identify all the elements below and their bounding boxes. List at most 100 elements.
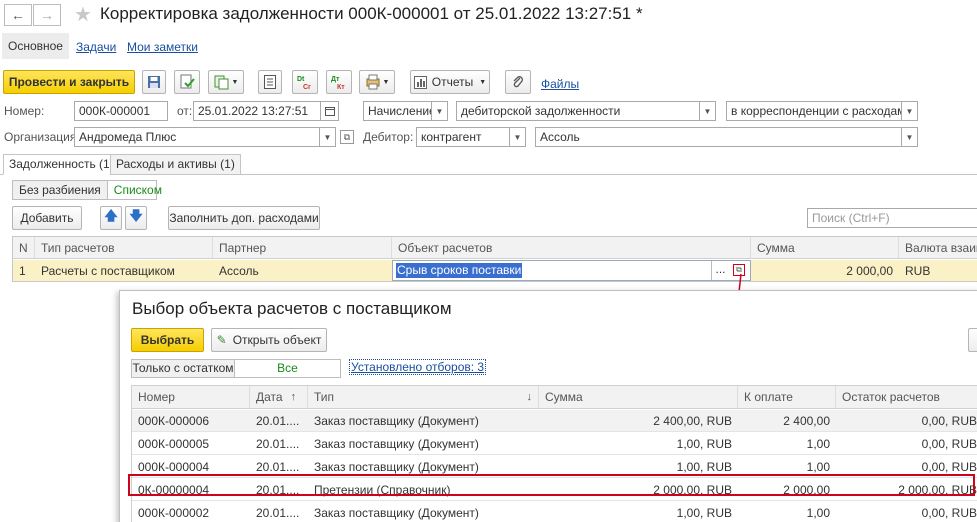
debt-type-select[interactable]: дебиторской задолженности — [456, 101, 700, 121]
chevron-down-icon: ▼ — [703, 106, 712, 116]
table-row[interactable]: 000К-000005 20.01.... Заказ поставщику (… — [132, 433, 977, 455]
col-doc-type-label: Тип — [314, 390, 335, 404]
correspondence-dropdown[interactable]: ▼ — [902, 101, 918, 121]
select-button[interactable]: Выбрать — [131, 328, 204, 352]
sort-up-icon: ↑ — [290, 391, 297, 403]
tab-tasks[interactable]: Задачи — [76, 40, 116, 54]
cell-balance: 0,00, RUB — [921, 436, 977, 451]
fill-expenses-button[interactable]: Заполнить доп. расходами — [168, 206, 320, 230]
save-button[interactable] — [142, 70, 166, 94]
paperclip-icon — [513, 76, 523, 88]
row-object-editor[interactable]: Срыв сроков поставки ... ⧉ — [392, 260, 751, 281]
calendar-icon — [324, 107, 335, 116]
files-link[interactable]: Файлы — [541, 77, 579, 91]
cell-balance: 0,00, RUB — [921, 413, 977, 428]
row-currency: RUB — [905, 263, 931, 278]
row-sum: 2 000,00 — [846, 263, 893, 278]
reports-button[interactable]: Отчеты ▼ — [410, 70, 490, 94]
open-window-icon: ⧉ — [343, 131, 351, 142]
cell-to-pay: 1,00 — [806, 436, 830, 451]
arrow-up-icon: 🡅 — [104, 208, 118, 223]
calendar-button[interactable] — [321, 101, 339, 121]
balance-filter-label[interactable]: Только с остатком — [132, 360, 235, 377]
row-object-value[interactable]: Срыв сроков поставки — [396, 263, 523, 278]
move-down-button[interactable]: 🡇 — [125, 206, 147, 230]
col-partner[interactable]: Партнер — [213, 237, 392, 258]
chevron-down-icon: ▼ — [905, 132, 914, 142]
balance-filter: Только с остатком Все — [131, 359, 341, 378]
print-icon — [366, 74, 380, 90]
debtor-type-select[interactable]: контрагент — [416, 127, 510, 147]
document-list-button[interactable] — [258, 70, 282, 94]
create-based-icon — [214, 75, 229, 90]
table-row[interactable]: 000К-000002 20.01.... Заказ поставщику (… — [132, 502, 977, 522]
col-currency[interactable]: Валюта взаим — [899, 237, 977, 258]
table-row[interactable]: 1 Расчеты с поставщиком Ассоль Срыв срок… — [13, 260, 977, 281]
col-date-label: Дата — [256, 390, 283, 404]
cell-balance: 0,00, RUB — [921, 505, 977, 520]
post-and-close-button[interactable]: Провести и закрыть — [3, 70, 135, 94]
col-to-pay[interactable]: К оплате — [738, 386, 836, 408]
attach-button[interactable] — [505, 70, 531, 94]
popup-more-button[interactable] — [968, 328, 977, 352]
tab-notes[interactable]: Мои заметки — [127, 40, 198, 54]
org-open-button[interactable]: ⧉ — [340, 130, 354, 144]
view-list[interactable]: Списком — [108, 181, 168, 199]
sort-down-icon: ↓ — [526, 391, 533, 403]
number-field[interactable]: 000К-000001 — [74, 101, 168, 121]
print-button[interactable]: ▼ — [359, 70, 395, 94]
debt-type-dropdown[interactable]: ▼ — [700, 101, 716, 121]
move-up-button[interactable]: 🡅 — [100, 206, 122, 230]
view-no-split[interactable]: Без разбиения — [13, 181, 108, 199]
table-row[interactable]: 000К-000006 20.01.... Заказ поставщику (… — [132, 410, 977, 432]
balance-filter-value[interactable]: Все — [235, 360, 340, 377]
col-balance[interactable]: Остаток расчетов — [836, 386, 977, 408]
operation-select[interactable]: Начисление — [363, 101, 432, 121]
cell-number: 000К-000005 — [138, 436, 210, 451]
dt-kt-ru-button[interactable]: Дт Кт — [326, 70, 352, 94]
forward-icon: → — [40, 7, 54, 23]
org-dropdown[interactable]: ▼ — [320, 127, 336, 147]
debtor-dropdown[interactable]: ▼ — [902, 127, 918, 147]
col-date[interactable]: Дата ↑ — [250, 386, 308, 408]
debtor-label: Дебитор: — [363, 130, 414, 144]
dt-kt-movements-button[interactable]: Dt Cr — [292, 70, 318, 94]
col-number[interactable]: Номер — [132, 386, 250, 408]
add-button[interactable]: Добавить — [12, 206, 82, 230]
org-field[interactable]: Андромеда Плюс — [74, 127, 320, 147]
back-button[interactable]: ← — [4, 4, 32, 26]
forward-button[interactable]: → — [33, 4, 61, 26]
col-n[interactable]: N — [13, 237, 35, 258]
cell-number: 000К-000006 — [138, 413, 210, 428]
tab-debt[interactable]: Задолженность (1) — [3, 154, 120, 175]
chevron-down-icon: ▼ — [513, 132, 522, 142]
chevron-down-icon: ▼ — [435, 106, 444, 116]
save-icon — [148, 76, 160, 88]
col-amount[interactable]: Сумма — [539, 386, 738, 408]
tab-main[interactable]: Основное — [2, 33, 69, 59]
svg-text:Dt: Dt — [297, 76, 305, 83]
col-object[interactable]: Объект расчетов — [392, 237, 751, 258]
correspondence-select[interactable]: в корреспонденции с расходами — [726, 101, 902, 121]
star-icon[interactable]: ★ — [74, 2, 92, 27]
create-based-on-button[interactable]: ▼ — [208, 70, 244, 94]
operation-dropdown[interactable]: ▼ — [432, 101, 448, 121]
filters-link[interactable]: Установлено отборов: 3 — [349, 359, 487, 375]
chevron-down-icon: ▼ — [382, 78, 390, 86]
debtor-type-dropdown[interactable]: ▼ — [510, 127, 526, 147]
popup-table: Номер Дата ↑ Тип ↓ Сумма К оплате Остато… — [131, 385, 977, 522]
highlight-frame — [128, 474, 975, 496]
cell-amount: 1,00, RUB — [676, 505, 732, 520]
svg-text:Дт: Дт — [331, 76, 340, 83]
col-type[interactable]: Тип расчетов — [35, 237, 213, 258]
col-doc-type[interactable]: Тип ↓ — [308, 386, 539, 408]
debtor-field[interactable]: Ассоль — [535, 127, 902, 147]
col-sum[interactable]: Сумма — [751, 237, 899, 258]
date-field[interactable]: 25.01.2022 13:27:51 — [193, 101, 321, 121]
tab-expenses[interactable]: Расходы и активы (1) — [110, 154, 241, 175]
post-button[interactable] — [174, 70, 200, 94]
search-input[interactable]: Поиск (Ctrl+F) — [807, 208, 977, 228]
cell-amount: 1,00, RUB — [676, 436, 732, 451]
open-object-button[interactable]: ✎ Открыть объект — [211, 328, 327, 352]
post-doc-icon — [180, 74, 195, 89]
